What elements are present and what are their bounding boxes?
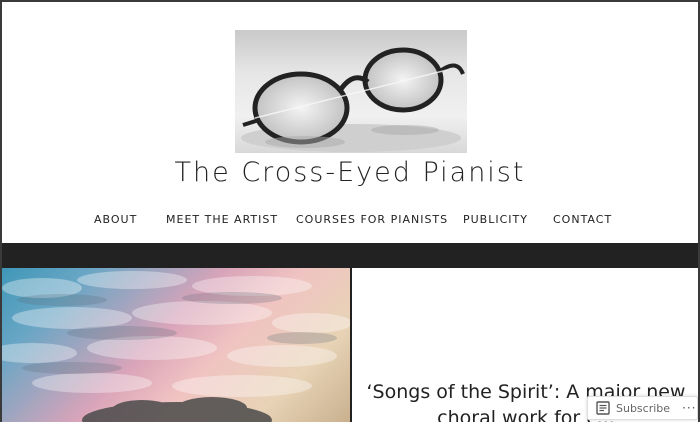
nav-item-publicity[interactable]: PUBLICITY	[463, 213, 528, 226]
post-featured-image[interactable]	[2, 268, 350, 422]
main-nav: ABOUT MEET THE ARTIST COURSES FOR PIANIS…	[2, 213, 698, 231]
nav-item-meet-the-artist[interactable]: MEET THE ARTIST	[166, 213, 278, 226]
subscribe-button[interactable]: Subscribe ···	[587, 396, 698, 420]
subscribe-label: Subscribe	[616, 401, 671, 415]
header-divider-bar	[2, 243, 698, 268]
nav-item-about[interactable]: ABOUT	[94, 213, 137, 226]
more-options-icon[interactable]: ···	[682, 401, 696, 415]
site-logo-photo[interactable]	[235, 30, 467, 153]
reader-icon	[596, 401, 610, 415]
column-divider	[350, 268, 352, 422]
eyeglasses-image	[241, 47, 465, 152]
nav-item-courses-for-pianists[interactable]: COURSES FOR PIANISTS	[296, 213, 448, 226]
page-frame: The Cross-Eyed Pianist ABOUT MEET THE AR…	[2, 2, 698, 422]
sky-clouds-image	[2, 271, 350, 422]
site-title[interactable]: The Cross-Eyed Pianist	[2, 157, 698, 188]
nav-item-contact[interactable]: CONTACT	[553, 213, 612, 226]
